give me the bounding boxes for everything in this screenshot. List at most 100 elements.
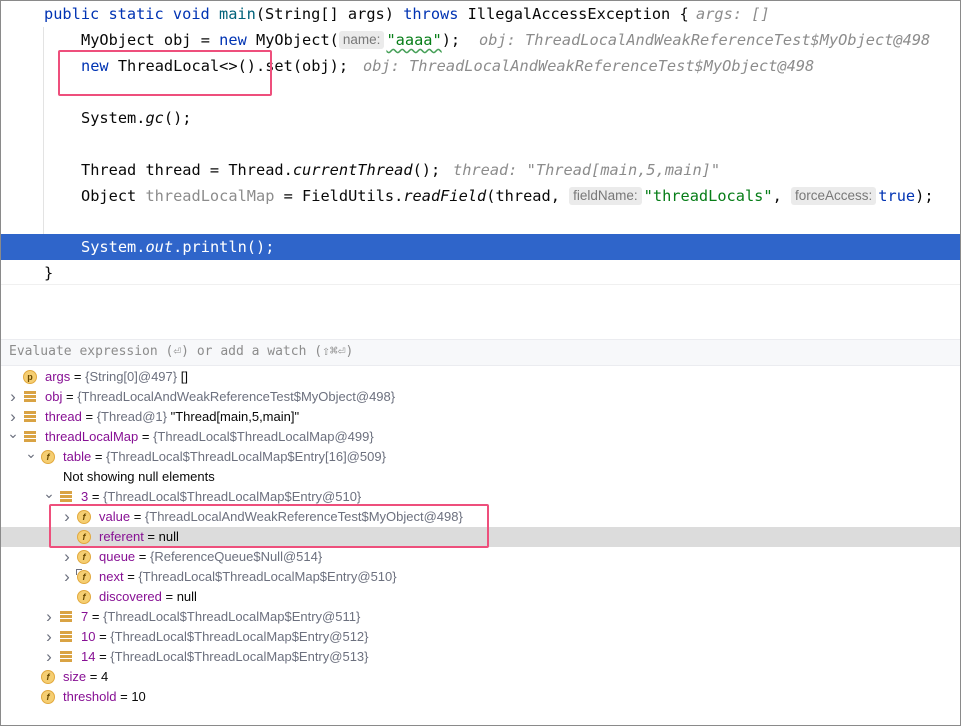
code-text: System. bbox=[81, 238, 146, 256]
code-editor[interactable]: public static void main(String[] args) t… bbox=[1, 1, 960, 284]
variable-name: threshold bbox=[63, 689, 117, 704]
string-literal: "threadLocals" bbox=[643, 187, 773, 205]
variable-name: thread bbox=[45, 409, 82, 424]
variable-type: {String[0]@497} bbox=[85, 369, 178, 384]
tree-row-label: threadLocalMap = {ThreadLocal$ThreadLoca… bbox=[45, 427, 374, 447]
chevron-down-icon[interactable]: ⌄ bbox=[7, 426, 19, 447]
tree-note: Not showing null elements bbox=[63, 469, 215, 484]
tree-row-threadLocalMap[interactable]: ⌄ threadLocalMap = {ThreadLocal$ThreadLoc… bbox=[1, 426, 960, 447]
code-line-gc[interactable]: System.gc(); bbox=[1, 105, 960, 131]
field-icon: f bbox=[77, 550, 91, 564]
parameter-hint: forceAccess: bbox=[791, 187, 877, 205]
tree-row-not-showing-null[interactable]: Not showing null elements bbox=[1, 467, 960, 487]
inline-debug-value: args: [] bbox=[696, 5, 770, 23]
tree-row-next[interactable]: › f next = {ThreadLocal$ThreadLocalMap$Ent… bbox=[1, 567, 960, 587]
code-text: (); bbox=[163, 109, 192, 127]
variable-name: 10 bbox=[81, 629, 96, 644]
tree-row-label: 14 = {ThreadLocal$ThreadLocalMap$Entry@5… bbox=[81, 647, 369, 667]
code-text: = FieldUtils. bbox=[274, 187, 404, 205]
tree-row-label: table = {ThreadLocal$ThreadLocalMap$Entr… bbox=[63, 447, 386, 467]
debugger-window: public static void main(String[] args) t… bbox=[0, 0, 961, 726]
variable-icon bbox=[23, 390, 37, 404]
chevron-right-icon[interactable]: › bbox=[43, 607, 55, 627]
variable-value: 4 bbox=[100, 669, 109, 684]
code-text: Thread thread = Thread. bbox=[81, 161, 293, 179]
variable-icon bbox=[23, 430, 37, 444]
tree-row-queue[interactable]: › f queue = {ReferenceQueue$Null@514} bbox=[1, 547, 960, 567]
variable-type: {ThreadLocal$ThreadLocalMap$Entry[16]@50… bbox=[106, 449, 386, 464]
code-line-println-current[interactable]: System.out.println(); bbox=[1, 234, 960, 260]
keyword-text: public static void bbox=[44, 5, 219, 23]
chevron-right-icon[interactable]: › bbox=[43, 647, 55, 667]
variable-icon bbox=[59, 490, 73, 504]
chevron-right-icon[interactable]: › bbox=[61, 567, 73, 587]
variable-name: args bbox=[45, 369, 71, 384]
field-icon: f bbox=[41, 670, 55, 684]
code-line-closing-brace[interactable]: } bbox=[1, 260, 960, 286]
static-method: currentThread bbox=[292, 161, 413, 179]
variable-name: threadLocalMap bbox=[45, 429, 139, 444]
tree-row-threshold[interactable]: f threshold = 10 bbox=[1, 687, 960, 707]
tree-row-size[interactable]: f size = 4 bbox=[1, 667, 960, 687]
equals-sign: = bbox=[81, 409, 97, 424]
equals-sign: = bbox=[138, 429, 154, 444]
string-literal: "aaaa" bbox=[386, 31, 442, 49]
evaluate-expression-placeholder: Evaluate expression (⏎) or add a watch (… bbox=[9, 344, 354, 359]
variable-name: 14 bbox=[81, 649, 96, 664]
tree-row-thread[interactable]: › thread = {Thread@1} "Thread[main,5,main… bbox=[1, 407, 960, 427]
tree-row-label: 7 = {ThreadLocal$ThreadLocalMap$Entry@51… bbox=[81, 607, 360, 627]
tree-row-label: obj = {ThreadLocalAndWeakReferenceTest$M… bbox=[45, 387, 395, 407]
variable-value: [] bbox=[177, 369, 188, 384]
chevron-right-icon[interactable]: › bbox=[7, 407, 19, 427]
variable-name: table bbox=[63, 449, 92, 464]
chevron-right-icon[interactable]: › bbox=[7, 387, 19, 407]
variable-value: 10 bbox=[131, 689, 146, 704]
variable-icon bbox=[59, 630, 73, 644]
code-line-read-field[interactable]: Object threadLocalMap = FieldUtils.readF… bbox=[1, 183, 960, 209]
code-text: IllegalAccessException { bbox=[458, 5, 689, 23]
static-field: out bbox=[145, 238, 174, 256]
equals-sign: = bbox=[70, 369, 86, 384]
variable-icon bbox=[23, 410, 37, 424]
tree-row-args[interactable]: p args = {String[0]@497} [] bbox=[1, 367, 960, 387]
variable-value: "Thread[main,5,main]" bbox=[167, 409, 300, 424]
tree-row-obj[interactable]: › obj = {ThreadLocalAndWeakReferenceTest$… bbox=[1, 387, 960, 407]
code-text: (String[] args) bbox=[255, 5, 404, 23]
tree-row-entry-14[interactable]: › 14 = {ThreadLocal$ThreadLocalMap$Entry@… bbox=[1, 647, 960, 667]
code-line-main-signature[interactable]: public static void main(String[] args) t… bbox=[1, 1, 960, 27]
equals-sign: = bbox=[86, 669, 101, 684]
highlight-box-threadlocal bbox=[58, 50, 272, 96]
variable-type: {ThreadLocal$ThreadLocalMap$Entry@513} bbox=[110, 649, 369, 664]
chevron-down-icon[interactable]: ⌄ bbox=[25, 446, 37, 467]
tree-row-label: queue = {ReferenceQueue$Null@514} bbox=[99, 547, 322, 567]
field-icon: f bbox=[41, 450, 55, 464]
code-text: (); bbox=[412, 161, 441, 179]
tree-row-label: size = 4 bbox=[63, 667, 108, 687]
variable-type: {ThreadLocal$ThreadLocalMap$Entry@510} bbox=[103, 489, 362, 504]
variable-type: {ThreadLocal$ThreadLocalMap$Entry@512} bbox=[110, 629, 369, 644]
tree-row-discovered[interactable]: f discovered = null bbox=[1, 587, 960, 607]
equals-sign: = bbox=[95, 629, 111, 644]
static-method: readField bbox=[403, 187, 487, 205]
unused-variable: threadLocalMap bbox=[145, 187, 275, 205]
field-icon: f bbox=[77, 590, 91, 604]
tree-row-entry-7[interactable]: › 7 = {ThreadLocal$ThreadLocalMap$Entry@5… bbox=[1, 607, 960, 627]
code-line-current-thread[interactable]: Thread thread = Thread.currentThread(); … bbox=[1, 157, 960, 183]
chevron-right-icon[interactable]: › bbox=[43, 627, 55, 647]
variable-type: {Thread@1} bbox=[96, 409, 168, 424]
tree-row-table[interactable]: ⌄ f table = {ThreadLocal$ThreadLocalMap$En… bbox=[1, 446, 960, 467]
variable-type: {ThreadLocal$ThreadLocalMap$Entry@510} bbox=[138, 569, 397, 584]
evaluate-expression-bar[interactable]: Evaluate expression (⏎) or add a watch (… bbox=[1, 339, 960, 366]
equals-sign: = bbox=[91, 449, 107, 464]
variable-name: next bbox=[99, 569, 124, 584]
variable-name: discovered bbox=[99, 589, 162, 604]
equals-sign: = bbox=[116, 689, 132, 704]
parameter-icon: p bbox=[23, 370, 37, 384]
equals-sign: = bbox=[135, 549, 150, 564]
tree-row-label: thread = {Thread@1} "Thread[main,5,main]… bbox=[45, 407, 299, 427]
tree-row-entry-10[interactable]: › 10 = {ThreadLocal$ThreadLocalMap$Entry@… bbox=[1, 627, 960, 647]
method-name: main bbox=[218, 5, 256, 23]
chevron-right-icon[interactable]: › bbox=[61, 547, 73, 567]
variable-type: {ReferenceQueue$Null@514} bbox=[149, 549, 323, 564]
code-text: MyObject obj = bbox=[81, 31, 220, 49]
